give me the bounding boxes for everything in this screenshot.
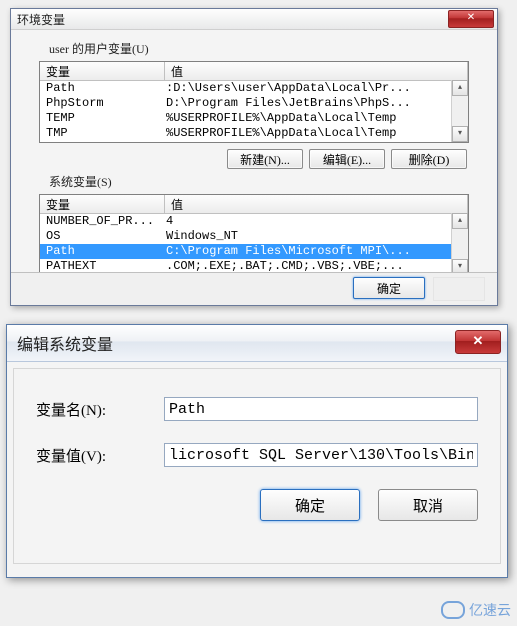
env-vars-dialog: 环境变量 ✕ user 的用户变量(U) 变量 值 Path:D:\Users\…: [10, 8, 498, 306]
cell: TEMP: [40, 111, 164, 126]
dialog-title: 编辑系统变量: [17, 331, 113, 355]
scroll-up-icon[interactable]: ▴: [452, 213, 468, 229]
table-row[interactable]: TMP%USERPROFILE%\AppData\Local\Temp: [40, 126, 468, 141]
sys-vars-rows: NUMBER_OF_PR...4 OSWindows_NT PathC:\Pro…: [40, 214, 468, 274]
close-icon[interactable]: ✕: [455, 330, 501, 354]
dialog-body: user 的用户变量(U) 变量 值 Path:D:\Users\user\Ap…: [11, 30, 497, 312]
new-user-var-button[interactable]: 新建(N)...: [227, 149, 303, 169]
table-row[interactable]: NUMBER_OF_PR...4: [40, 214, 468, 229]
sys-vars-label: 系统变量(S): [49, 173, 469, 190]
dialog-buttons: 确定 取消: [36, 489, 478, 521]
cell: %USERPROFILE%\AppData\Local\Temp: [164, 111, 468, 126]
list-header: 变量 值: [40, 195, 468, 214]
list-header: 变量 值: [40, 62, 468, 81]
cell: :D:\Users\user\AppData\Local\Pr...: [164, 81, 468, 96]
cell: TMP: [40, 126, 164, 141]
edit-user-var-button[interactable]: 编辑(E)...: [309, 149, 385, 169]
var-value-input[interactable]: [164, 443, 478, 467]
cell: PhpStorm: [40, 96, 164, 111]
col-header-value[interactable]: 值: [165, 195, 468, 213]
dialog-title: 环境变量: [17, 11, 65, 28]
cell: %USERPROFILE%\AppData\Local\Temp: [164, 126, 468, 141]
var-name-input[interactable]: [164, 397, 478, 421]
var-name-row: 变量名(N):: [36, 397, 478, 421]
dialog-body: 变量名(N): 变量值(V): 确定 取消: [13, 368, 501, 564]
dialog-footer: 确定: [11, 272, 497, 305]
cancel-button[interactable]: 取消: [378, 489, 478, 521]
cell: Path: [40, 244, 164, 259]
var-value-row: 变量值(V):: [36, 443, 478, 467]
cell: Windows_NT: [164, 229, 468, 244]
delete-user-var-button[interactable]: 删除(D): [391, 149, 467, 169]
close-icon[interactable]: ✕: [448, 10, 494, 28]
titlebar[interactable]: 环境变量 ✕: [11, 9, 497, 30]
watermark: 亿速云: [441, 600, 511, 620]
cell: C:\Program Files\Microsoft MPI\...: [164, 244, 468, 259]
watermark-text: 亿速云: [469, 600, 511, 620]
scrollbar[interactable]: ▴ ▾: [451, 213, 468, 275]
cell: NUMBER_OF_PR...: [40, 214, 164, 229]
table-row-selected[interactable]: PathC:\Program Files\Microsoft MPI\...: [40, 244, 468, 259]
var-name-label: 变量名(N):: [36, 399, 164, 420]
ok-button[interactable]: 确定: [260, 489, 360, 521]
table-row[interactable]: OSWindows_NT: [40, 229, 468, 244]
user-vars-rows: Path:D:\Users\user\AppData\Local\Pr... P…: [40, 81, 468, 141]
cell: D:\Program Files\JetBrains\PhpS...: [164, 96, 468, 111]
scroll-down-icon[interactable]: ▾: [452, 126, 468, 142]
user-vars-buttons: 新建(N)... 编辑(E)... 删除(D): [39, 149, 467, 169]
table-row[interactable]: TEMP%USERPROFILE%\AppData\Local\Temp: [40, 111, 468, 126]
ok-button[interactable]: 确定: [353, 277, 425, 299]
user-vars-label: user 的用户变量(U): [49, 40, 469, 57]
user-vars-listbox[interactable]: 变量 值 Path:D:\Users\user\AppData\Local\Pr…: [39, 61, 469, 143]
edit-sys-var-dialog: 编辑系统变量 ✕ 变量名(N): 变量值(V): 确定 取消: [6, 324, 508, 578]
cloud-icon: [441, 601, 465, 619]
cell: 4: [164, 214, 468, 229]
var-value-label: 变量值(V):: [36, 445, 164, 466]
cell: OS: [40, 229, 164, 244]
col-header-value[interactable]: 值: [165, 62, 468, 80]
table-row[interactable]: Path:D:\Users\user\AppData\Local\Pr...: [40, 81, 468, 96]
table-row[interactable]: PhpStormD:\Program Files\JetBrains\PhpS.…: [40, 96, 468, 111]
col-header-name[interactable]: 变量: [40, 195, 165, 213]
scroll-up-icon[interactable]: ▴: [452, 80, 468, 96]
col-header-name[interactable]: 变量: [40, 62, 165, 80]
cancel-button-cropped[interactable]: [433, 277, 485, 301]
cell: Path: [40, 81, 164, 96]
scrollbar[interactable]: ▴ ▾: [451, 80, 468, 142]
sys-vars-listbox[interactable]: 变量 值 NUMBER_OF_PR...4 OSWindows_NT PathC…: [39, 194, 469, 276]
titlebar[interactable]: 编辑系统变量 ✕: [7, 325, 507, 362]
